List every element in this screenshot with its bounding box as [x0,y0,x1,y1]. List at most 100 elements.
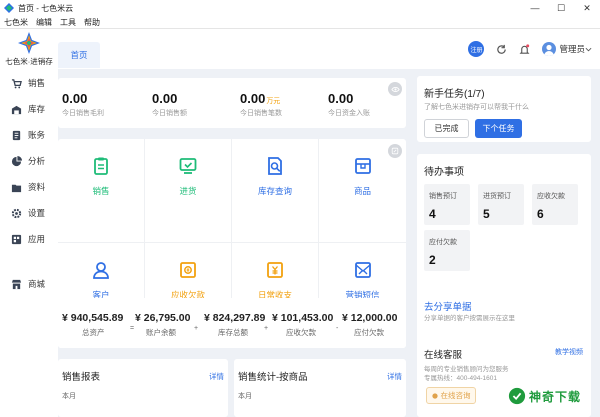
purchase-icon [179,158,197,174]
maximize-button[interactable]: ☐ [548,0,574,16]
shortcut-label: 进货 [179,186,197,196]
todo-count: 2 [429,253,436,267]
balance-operator: = [130,325,135,332]
product-sales-report-card: 销售统计-按商品 详情 本月 [234,359,406,417]
stat-sales-amount: 0.00 今日销售额 [152,91,187,118]
tab-home[interactable]: 首页 [58,42,100,68]
sidebar-item-accounts[interactable]: 账务 [0,125,58,145]
main-content: 0.00 今日销售毛利 0.00 今日销售额 0.00万元 今日销售笔数 0.0… [58,69,600,417]
menu-item-edit[interactable]: 编辑 [36,17,52,28]
shortcut-purchase[interactable]: 进货 [145,139,232,243]
balance-account-value: ¥ 26,795.00 [135,312,191,324]
next-task-button[interactable]: 下个任务 [475,119,522,138]
bell-icon[interactable] [519,43,530,55]
report-title: 销售报表 [62,372,101,383]
stat-value: 0.00万元 [240,91,281,106]
window-controls: — ☐ ✕ [522,0,600,16]
tutorial-video-link[interactable]: 教学视频 [555,347,583,357]
sidebar-item-label: 资料 [28,182,46,192]
top-toolbar: 注册 管理员 [468,39,592,59]
stat-value: 0.00 [328,91,354,106]
newbie-title: 新手任务(1/7) [424,89,485,100]
eye-icon [390,86,400,92]
todo-label: 应收欠款 [537,193,565,200]
shortcut-stock-search[interactable]: 库存查询 [232,139,319,243]
product-icon [354,158,371,174]
done-button[interactable]: 已完成 [424,119,469,138]
consult-label: 在线咨询 [440,391,471,400]
stat-label: 今日销售笔数 [240,110,282,117]
stat-label: 今日销售毛利 [62,110,104,117]
sidebar-item-store[interactable]: 商城 [0,274,58,294]
stat-label: 今日销售额 [152,110,187,117]
refresh-icon[interactable] [496,44,507,55]
menu-item-tools[interactable]: 工具 [60,17,76,28]
todo-item-payable[interactable]: 应付欠款 2 [424,230,470,271]
stat-sales-count: 0.00万元 今日销售笔数 [240,91,282,118]
sidebar-item-label: 商城 [28,279,46,289]
sales-report-card: 销售报表 详情 本月 [58,359,228,417]
user-name[interactable]: 管理员 [559,43,585,55]
logo[interactable]: 七色米·进销存 [0,32,58,70]
balance-total-assets-label: 总资产 [82,328,105,337]
apps-icon [11,234,22,244]
stat-label: 今日资金入账 [328,110,370,117]
balance-payable-label: 应付欠款 [354,328,384,337]
sidebar-item-label: 销售 [28,78,46,88]
sidebar-item-sales[interactable]: 销售 [0,73,58,93]
newbie-desc[interactable]: 了解七色米进销存可以帮我干什么 [424,102,529,112]
service-hotline: 专属热线：400-494-1601 [424,375,497,382]
sidebar-item-analysis[interactable]: 分析 [0,151,58,171]
report-period: 本月 [62,393,76,400]
sidebar-item-label: 库存 [28,104,46,114]
todo-item-sales-order[interactable]: 销售预订 4 [424,184,470,225]
stat-unit: 万元 [266,98,281,105]
close-button[interactable]: ✕ [574,0,600,16]
sales-icon [94,157,108,175]
online-consult-button[interactable]: 在线咨询 [426,387,476,404]
balance-operator: + [194,325,199,332]
stat-cash-in: 0.00 今日资金入账 [328,91,370,118]
sidebar-item-settings[interactable]: 设置 [0,203,58,223]
chevron-down-icon[interactable] [585,46,592,53]
menu-item-help[interactable]: 帮助 [84,17,100,28]
menu-item-app[interactable]: 七色米 [4,17,28,28]
share-title[interactable]: 去分享单据 [424,299,472,313]
todo-item-purchase-order[interactable]: 进货预订 5 [478,184,524,225]
shortcut-sales[interactable]: 销售 [58,139,145,243]
report-detail-link[interactable]: 详情 [387,371,402,382]
sidebar-item-inventory[interactable]: 库存 [0,99,58,119]
stat-value: 0.00 [62,91,88,106]
avatar[interactable] [542,42,557,56]
sidebar-item-data[interactable]: 资料 [0,177,58,197]
shortcut-label: 商品 [353,186,371,196]
balance-operator: - [336,325,339,332]
balance-total-assets-value: ¥ 940,545.89 [62,312,124,324]
todo-label: 进货预订 [483,193,511,200]
sidebar-item-apps[interactable]: 应用 [0,229,58,249]
report-detail-link[interactable]: 详情 [209,371,224,382]
chat-icon [431,392,438,399]
balance-operator: + [264,325,269,332]
register-badge[interactable]: 注册 [468,41,485,57]
report-period: 本月 [238,393,252,400]
settings-shortcut-button[interactable] [388,144,402,158]
todo-title: 待办事项 [424,167,464,178]
sidebar-item-label: 分析 [28,156,46,166]
minimize-button[interactable]: — [522,0,548,16]
shortcut-label: 销售 [92,186,110,196]
todo-label: 应付欠款 [429,239,457,246]
warehouse-icon [11,105,22,114]
watermark-text: 神奇下载 [529,389,582,404]
todo-item-receivable[interactable]: 应收欠款 6 [532,184,578,225]
window-title: 首页 - 七色米云 [18,3,74,13]
sidebar-item-label: 账务 [28,130,46,140]
todo-label: 销售预订 [429,193,457,200]
today-stats-card: 0.00 今日销售毛利 0.00 今日销售额 0.00万元 今日销售笔数 0.0… [58,78,406,128]
app-icon [4,3,14,13]
menu-bar: 七色米 编辑 工具 帮助 [0,16,600,29]
share-card: 去分享单据 分享单据的客户按需展示在这里 [417,291,591,331]
receivable-icon [180,262,196,278]
toggle-visibility-button[interactable] [388,82,402,96]
balance-receivable-value: ¥ 101,453.00 [272,312,334,324]
